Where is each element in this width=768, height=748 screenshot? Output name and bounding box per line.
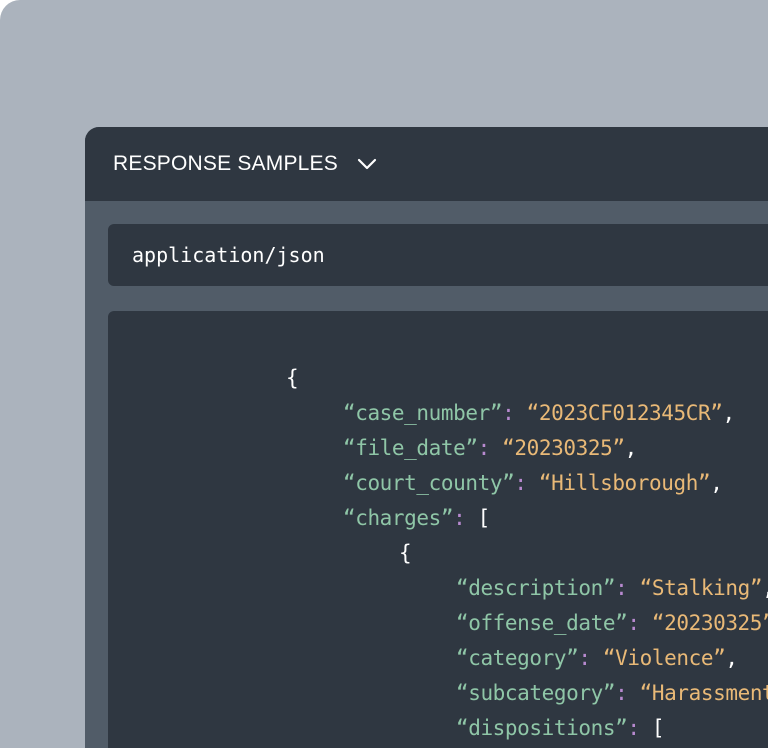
code-line-file-date: “file_date”: “20230325”, bbox=[245, 396, 637, 460]
chevron-down-icon[interactable] bbox=[356, 153, 378, 175]
json-colon: : bbox=[627, 716, 640, 740]
code-line-open-brace: { bbox=[188, 326, 299, 390]
code-line-charges: “charges”: [ bbox=[245, 466, 490, 530]
code-line-offense-date: “offense_date”: “20230325”, bbox=[358, 571, 768, 635]
json-bracket: [ bbox=[477, 506, 491, 530]
panel-header[interactable]: RESPONSE SAMPLES bbox=[85, 127, 768, 201]
json-value: “Hillsborough” bbox=[538, 471, 711, 495]
content-type-selector[interactable]: application/json bbox=[108, 224, 768, 286]
code-line-subcategory: “subcategory”: “Harassment”, bbox=[358, 641, 768, 705]
json-colon: : bbox=[453, 506, 466, 530]
json-bracket: [ bbox=[651, 716, 665, 740]
code-line-disposition-open-brace: { bbox=[414, 711, 524, 746]
response-samples-panel: RESPONSE SAMPLES application/json { “cas… bbox=[85, 127, 768, 748]
code-line-charge-open-brace: { bbox=[301, 501, 412, 565]
code-line-description: “description”: “Stalking”, bbox=[358, 536, 768, 600]
code-sample: { “case_number”: “2023CF012345CR”, “file… bbox=[108, 311, 768, 748]
code-line-case-number: “case_number”: “2023CF012345CR”, bbox=[245, 361, 735, 425]
page-backdrop: RESPONSE SAMPLES application/json { “cas… bbox=[0, 0, 768, 748]
json-comma: , bbox=[710, 471, 723, 495]
code-line-category: “category”: “Violence”, bbox=[358, 606, 738, 670]
content-type-label: application/json bbox=[132, 243, 325, 267]
code-line-court-county: “court_county”: “Hillsborough”, bbox=[245, 431, 723, 495]
code-line-dispositions: “dispositions”: [ bbox=[358, 676, 665, 740]
json-comma: , bbox=[722, 401, 736, 425]
json-colon: : bbox=[514, 471, 527, 495]
panel-title: RESPONSE SAMPLES bbox=[113, 152, 338, 175]
